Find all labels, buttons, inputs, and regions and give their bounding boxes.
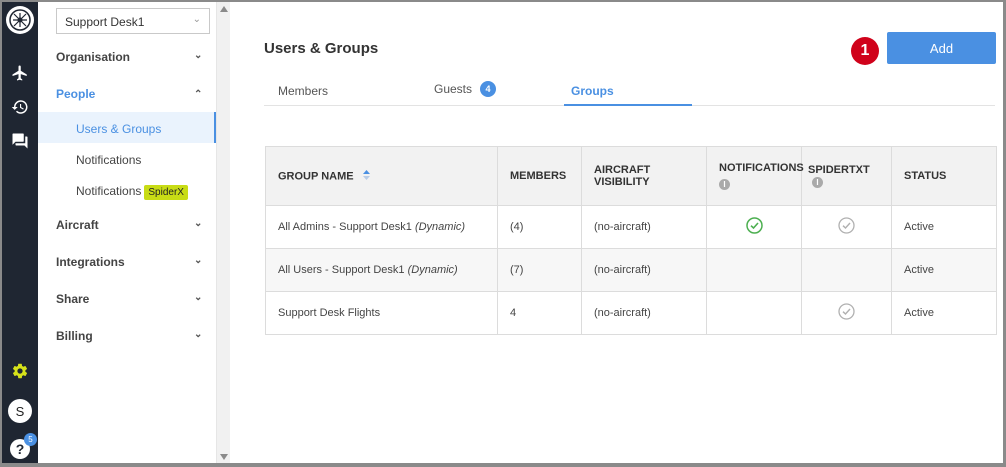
help-icon[interactable]: ? 5: [2, 433, 38, 460]
cell-aircraft-visibility: (no-aircraft): [581, 248, 707, 292]
sidebar-item-label: Notifications: [76, 184, 142, 198]
sidebar-section-share[interactable]: Share: [56, 292, 89, 306]
sidebar-item-label: Notifications: [76, 153, 142, 167]
table-header-row: GROUP NAME MEMBERS AIRCRAFT VISIBILITY N…: [265, 146, 997, 206]
chevron-down-icon: ⌄: [194, 218, 203, 229]
check-circle-icon: [838, 217, 855, 237]
scroll-up-icon[interactable]: [220, 6, 228, 12]
organisation-select[interactable]: Support Desk1 ⌄: [56, 8, 210, 34]
active-tab-indicator: [564, 104, 692, 106]
scroll-down-icon[interactable]: [220, 454, 228, 460]
column-header-members: MEMBERS: [497, 146, 582, 206]
history-icon[interactable]: [2, 96, 38, 118]
page-title: Users & Groups: [264, 40, 379, 57]
spider-logo-icon[interactable]: [6, 6, 34, 34]
column-header-label: SPIDERTXT: [808, 164, 870, 176]
sidebar-scrollbar[interactable]: [216, 2, 230, 463]
chevron-down-icon: ⌄: [192, 14, 201, 25]
table-row[interactable]: All Users - Support Desk1 (Dynamic) (7) (n…: [265, 248, 997, 292]
spiderx-tag: SpiderX: [144, 185, 188, 200]
step-badge: 1: [851, 37, 879, 65]
cell-notifications: [706, 291, 802, 335]
cell-notifications: [706, 205, 802, 249]
cell-aircraft-visibility: (no-aircraft): [581, 205, 707, 249]
column-header-spidertxt: SPIDERTXT i: [801, 146, 892, 206]
tab-label: Guests: [434, 82, 473, 97]
help-badge: 5: [24, 433, 37, 446]
settings-gear-icon[interactable]: [2, 360, 38, 382]
column-header-label: GROUP NAME: [278, 169, 354, 182]
column-header-status: STATUS: [891, 146, 997, 206]
cell-status: Active: [891, 291, 997, 335]
group-name: All Admins - Support Desk1: [278, 221, 412, 233]
sidebar: Support Desk1 ⌄ Organisation ⌄ People ⌃ …: [38, 2, 218, 463]
chevron-down-icon: ⌄: [194, 50, 203, 61]
cell-group-name[interactable]: All Admins - Support Desk1 (Dynamic): [265, 205, 498, 249]
chevron-down-icon: ⌄: [194, 292, 203, 303]
cell-aircraft-visibility: (no-aircraft): [581, 291, 707, 335]
sidebar-item-notifications-spiderx[interactable]: Notifications SpiderX: [38, 174, 216, 205]
sidebar-section-organisation[interactable]: Organisation: [56, 50, 130, 64]
cell-status: Active: [891, 205, 997, 249]
group-name: Support Desk Flights: [278, 307, 381, 319]
add-button[interactable]: Add: [887, 32, 996, 64]
group-qualifier: (Dynamic): [407, 264, 458, 276]
column-header-label: NOTIFICATIONS: [719, 162, 804, 174]
cell-spidertxt: [801, 248, 892, 292]
sidebar-item-notifications[interactable]: Notifications: [38, 143, 216, 174]
info-icon[interactable]: i: [719, 178, 730, 190]
check-circle-icon: [745, 217, 763, 237]
app-window: S ? 5 Support Desk1 ⌄ Organisation ⌄ Peo…: [0, 0, 1006, 467]
cell-spidertxt: [801, 291, 892, 335]
group-name: All Users - Support Desk1: [278, 264, 405, 276]
sidebar-section-aircraft[interactable]: Aircraft: [56, 218, 99, 232]
tab-bar: Members Guests 4 Groups: [264, 76, 995, 106]
sidebar-item-users-groups[interactable]: Users & Groups: [38, 112, 216, 143]
tab-guests[interactable]: Guests 4: [434, 81, 497, 98]
cell-status: Active: [891, 248, 997, 292]
cell-spidertxt: [801, 205, 892, 249]
chevron-up-icon: ⌃: [194, 89, 203, 100]
sidebar-section-integrations[interactable]: Integrations: [56, 255, 125, 269]
help-glyph: ?: [15, 441, 25, 457]
icon-rail: S ? 5: [2, 2, 44, 463]
sort-icon[interactable]: [362, 169, 370, 183]
column-header-group-name[interactable]: GROUP NAME: [265, 146, 498, 206]
cell-members: (7): [497, 248, 582, 292]
aircraft-icon[interactable]: [2, 62, 38, 84]
column-header-notifications: NOTIFICATIONS i: [706, 146, 804, 206]
tab-members[interactable]: Members: [278, 84, 328, 98]
tab-groups[interactable]: Groups: [571, 84, 614, 98]
avatar-initial: S: [8, 399, 32, 423]
sidebar-section-people[interactable]: People: [56, 87, 95, 101]
table-row[interactable]: Support Desk Flights 4 (no-aircraft) Active: [265, 291, 997, 335]
column-header-aircraft-visibility: AIRCRAFT VISIBILITY: [581, 146, 707, 206]
group-qualifier: (Dynamic): [414, 221, 466, 233]
cell-notifications: [706, 248, 802, 292]
cell-members: 4: [497, 291, 582, 335]
cell-members: (4): [497, 205, 582, 249]
cell-group-name[interactable]: Support Desk Flights: [265, 291, 498, 335]
chevron-down-icon: ⌄: [194, 255, 203, 266]
info-icon[interactable]: i: [812, 176, 823, 188]
groups-table: GROUP NAME MEMBERS AIRCRAFT VISIBILITY N…: [265, 146, 997, 335]
chat-icon[interactable]: [2, 130, 38, 152]
chevron-down-icon: ⌄: [194, 329, 203, 340]
sidebar-item-label: Users & Groups: [76, 122, 162, 136]
check-circle-icon: [838, 303, 855, 323]
user-avatar[interactable]: S: [2, 398, 38, 424]
sidebar-section-billing[interactable]: Billing: [56, 329, 93, 343]
guests-count-badge: 4: [480, 81, 497, 97]
organisation-select-value: Support Desk1: [65, 15, 145, 29]
cell-group-name[interactable]: All Users - Support Desk1 (Dynamic): [265, 248, 498, 292]
table-row[interactable]: All Admins - Support Desk1 (Dynamic) (4)(…: [265, 205, 997, 249]
